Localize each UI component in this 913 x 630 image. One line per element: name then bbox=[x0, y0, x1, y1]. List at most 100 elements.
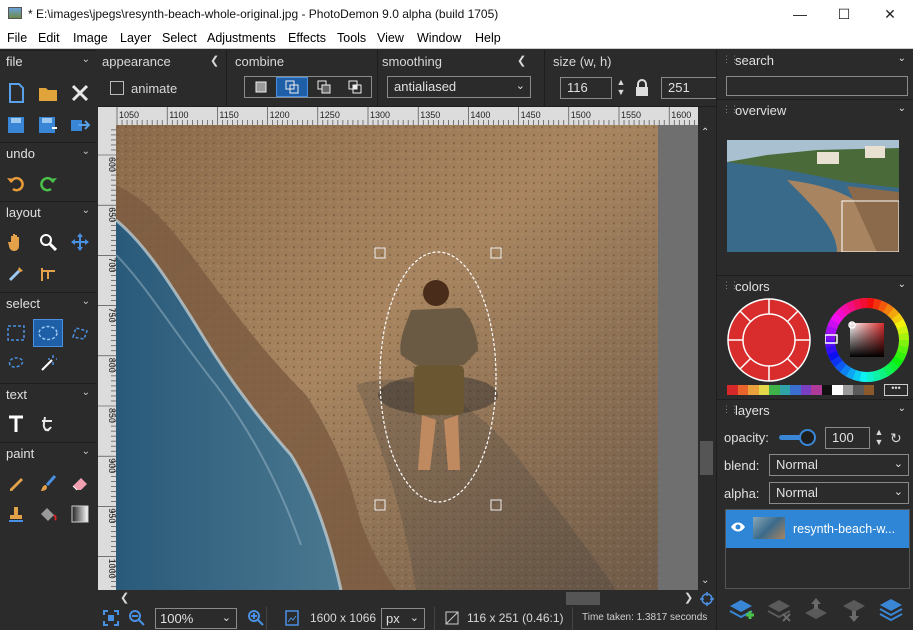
fill-bucket-icon[interactable] bbox=[34, 501, 62, 527]
overview-panel-header[interactable]: ⋮⋮ overview ⌄ bbox=[717, 99, 913, 121]
search-input[interactable] bbox=[726, 76, 908, 96]
palette-swatch[interactable] bbox=[769, 385, 780, 395]
scroll-right-icon[interactable]: ❯ bbox=[684, 591, 693, 604]
combine-intersect-icon[interactable] bbox=[340, 77, 371, 97]
move-icon[interactable] bbox=[66, 229, 94, 255]
blend-mode-dropdown[interactable]: Normal ⌄ bbox=[769, 454, 909, 476]
unit-dropdown[interactable]: px ⌄ bbox=[381, 608, 425, 629]
alpha-mode-dropdown[interactable]: Normal ⌄ bbox=[769, 482, 909, 504]
layers-panel-header[interactable]: ⋮⋮ layers ⌄ bbox=[717, 399, 913, 421]
paintbrush-icon[interactable] bbox=[34, 470, 62, 496]
text-tool-icon[interactable] bbox=[2, 411, 30, 437]
combine-add-icon[interactable] bbox=[276, 77, 309, 97]
section-paint[interactable]: paint ⌄ bbox=[0, 442, 96, 464]
redo-icon[interactable] bbox=[34, 170, 62, 196]
height-input[interactable]: 251 bbox=[661, 77, 716, 99]
palette-swatch[interactable] bbox=[758, 385, 769, 395]
palette-swatch[interactable] bbox=[842, 385, 853, 395]
menu-window[interactable]: Window bbox=[417, 31, 461, 45]
vertical-scrollbar[interactable]: ⌃ ⌄ bbox=[698, 125, 715, 590]
close-image-icon[interactable] bbox=[66, 80, 94, 106]
color-palette[interactable] bbox=[727, 385, 874, 395]
scroll-left-icon[interactable]: ❮ bbox=[120, 591, 129, 604]
palette-swatch[interactable] bbox=[832, 385, 843, 395]
undo-icon[interactable] bbox=[2, 170, 30, 196]
magic-wand-icon[interactable] bbox=[34, 350, 62, 376]
navigator-icon[interactable] bbox=[698, 590, 715, 607]
primary-color-swatch[interactable] bbox=[727, 298, 811, 385]
rect-select-icon[interactable] bbox=[2, 320, 30, 346]
grip-icon[interactable]: ⋮⋮ bbox=[722, 280, 739, 291]
horizontal-scroll-thumb[interactable] bbox=[566, 592, 600, 605]
opacity-input[interactable]: 100 bbox=[825, 427, 870, 449]
vertical-scroll-thumb[interactable] bbox=[700, 441, 713, 475]
zoom-icon[interactable] bbox=[34, 229, 62, 255]
overview-thumbnail[interactable] bbox=[727, 140, 899, 252]
smoothing-dropdown[interactable]: antialiased ⌄ bbox=[387, 76, 531, 98]
pencil-icon[interactable] bbox=[2, 470, 30, 496]
add-layer-icon[interactable] bbox=[728, 597, 754, 626]
eye-icon[interactable] bbox=[730, 521, 746, 536]
close-button[interactable]: ✕ bbox=[867, 0, 913, 28]
palette-swatch[interactable] bbox=[800, 385, 811, 395]
combine-replace-icon[interactable] bbox=[245, 77, 276, 97]
menu-view[interactable]: View bbox=[377, 31, 404, 45]
chevron-left-icon[interactable]: ❮ bbox=[517, 54, 526, 67]
open-folder-icon[interactable] bbox=[34, 80, 62, 106]
palette-swatch[interactable] bbox=[727, 385, 738, 395]
gradient-icon[interactable] bbox=[66, 501, 94, 527]
section-select[interactable]: select ⌄ bbox=[0, 292, 96, 314]
minimize-button[interactable]: — bbox=[777, 0, 823, 28]
menu-adjustments[interactable]: Adjustments bbox=[207, 31, 276, 45]
save-icon[interactable] bbox=[2, 112, 30, 138]
grip-icon[interactable]: ⋮⋮ bbox=[722, 54, 739, 65]
zoom-dropdown[interactable]: 100% ⌄ bbox=[155, 608, 237, 629]
zoom-out-icon[interactable] bbox=[129, 610, 145, 629]
grip-icon[interactable]: ⋮⋮ bbox=[722, 104, 739, 115]
color-wheel[interactable] bbox=[824, 298, 909, 385]
menu-file[interactable]: File bbox=[7, 31, 27, 45]
combine-subtract-icon[interactable] bbox=[308, 77, 339, 97]
menu-help[interactable]: Help bbox=[475, 31, 501, 45]
animate-checkbox[interactable] bbox=[110, 81, 124, 95]
menu-edit[interactable]: Edit bbox=[38, 31, 60, 45]
new-image-icon[interactable] bbox=[2, 80, 30, 106]
more-colors-icon[interactable]: ••• bbox=[884, 384, 908, 396]
hand-icon[interactable] bbox=[2, 229, 30, 255]
save-as-icon[interactable] bbox=[34, 112, 62, 138]
color-picker-icon[interactable] bbox=[2, 261, 30, 287]
layer-row[interactable]: resynth-beach-w... bbox=[726, 510, 909, 548]
opacity-slider-thumb[interactable] bbox=[799, 429, 816, 446]
eraser-icon[interactable] bbox=[66, 470, 94, 496]
scroll-down-icon[interactable]: ⌄ bbox=[701, 575, 709, 586]
section-file[interactable]: file ⌄ bbox=[0, 50, 96, 72]
ellipse-select-icon[interactable] bbox=[33, 319, 63, 347]
menu-select[interactable]: Select bbox=[162, 31, 197, 45]
palette-swatch[interactable] bbox=[779, 385, 790, 395]
typography-tool-icon[interactable] bbox=[34, 411, 62, 437]
palette-swatch[interactable] bbox=[863, 385, 874, 395]
reset-icon[interactable]: ↻ bbox=[890, 430, 902, 447]
menu-image[interactable]: Image bbox=[73, 31, 108, 45]
image-canvas[interactable] bbox=[116, 125, 698, 590]
width-input[interactable]: 116 bbox=[560, 77, 612, 99]
search-panel-header[interactable]: ⋮⋮ search ⌄ bbox=[717, 50, 913, 72]
clone-stamp-icon[interactable] bbox=[2, 501, 30, 527]
palette-swatch[interactable] bbox=[853, 385, 864, 395]
colors-panel-header[interactable]: ⋮⋮ colors ⌄ bbox=[717, 275, 913, 297]
palette-swatch[interactable] bbox=[821, 385, 832, 395]
chevron-left-icon[interactable]: ❮ bbox=[210, 54, 219, 67]
palette-swatch[interactable] bbox=[790, 385, 801, 395]
zoom-in-icon[interactable] bbox=[248, 610, 264, 629]
fit-to-window-icon[interactable] bbox=[103, 610, 119, 629]
layer-properties-icon[interactable] bbox=[878, 597, 904, 626]
lasso-select-icon[interactable] bbox=[2, 350, 30, 376]
grip-icon[interactable]: ⋮⋮ bbox=[722, 404, 739, 415]
menu-tools[interactable]: Tools bbox=[337, 31, 366, 45]
export-icon[interactable] bbox=[66, 112, 94, 138]
section-undo[interactable]: undo ⌄ bbox=[0, 142, 96, 164]
menu-effects[interactable]: Effects bbox=[288, 31, 326, 45]
menu-layer[interactable]: Layer bbox=[120, 31, 151, 45]
horizontal-scrollbar[interactable]: ❮ ❯ bbox=[116, 590, 698, 607]
palette-swatch[interactable] bbox=[811, 385, 822, 395]
